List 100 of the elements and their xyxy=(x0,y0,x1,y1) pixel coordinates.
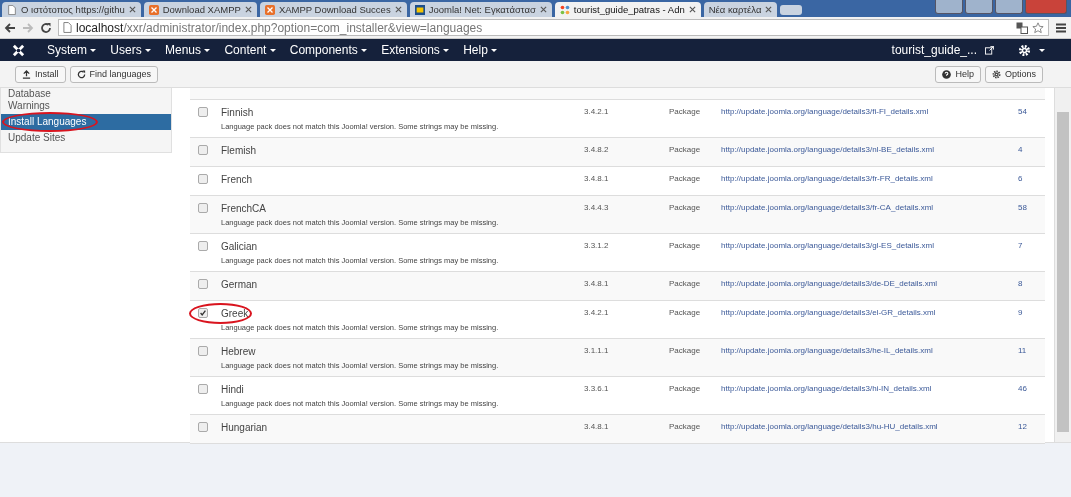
minimize-button[interactable] xyxy=(965,0,993,14)
browser-tab[interactable]: tourist_guide_patras - Adn xyxy=(554,2,701,17)
menu-item[interactable]: System xyxy=(41,43,103,57)
url-cell-text: http://update.joomla.org/language/details3/fr-FR_details.xml xyxy=(721,174,934,185)
language-name: Hebrew xyxy=(221,346,257,357)
options-button[interactable]: Options xyxy=(984,65,1043,83)
install-button[interactable]: Install xyxy=(15,65,66,83)
close-icon[interactable] xyxy=(539,6,547,13)
menu-item[interactable]: Components xyxy=(283,43,374,57)
type-cell-text: Package xyxy=(669,422,702,433)
url-cell-text: http://update.joomla.org/language/details3/gl-ES_details.xml xyxy=(721,241,936,252)
tab-title: tourist_guide_patras - Adn xyxy=(573,4,685,15)
tab-title: Joomla! Net: Εγκατάστασ xyxy=(428,4,536,15)
help-button[interactable]: Help xyxy=(935,65,981,83)
type-cell-text: Package xyxy=(669,279,702,290)
version-cell-text: 3.3.1.2 xyxy=(584,241,610,252)
tab-title: XAMPP Download Succes xyxy=(278,4,391,15)
id-cell-text: 9 xyxy=(1018,308,1024,319)
close-icon[interactable] xyxy=(244,6,252,13)
url-cell-text: http://update.joomla.org/language/details3/nl-BE_details.xml xyxy=(721,145,936,156)
scrollbar-thumb[interactable] xyxy=(1057,112,1069,432)
row-checkbox[interactable] xyxy=(198,203,208,213)
sidebar-item[interactable]: Install Languages xyxy=(1,114,171,130)
translate-icon[interactable] xyxy=(1016,21,1028,34)
row-checkbox[interactable] xyxy=(198,346,208,356)
type-cell-text: Package xyxy=(669,384,702,395)
menu-item[interactable]: Content xyxy=(218,43,282,57)
url-cell-text: http://update.joomla.org/language/details3/hi-IN_details.xml xyxy=(721,384,933,395)
address-bar[interactable]: localhost/xxr/administrator/index.php?option=com_installer&view=languages xyxy=(58,19,1049,36)
xampp-logo-icon xyxy=(148,4,159,15)
url-cell-text: http://update.joomla.org/language/details3/fr-CA_details.xml xyxy=(721,203,935,214)
sidebar-item[interactable]: Update Sites xyxy=(1,130,171,146)
version-cell-text: 3.4.8.1 xyxy=(584,174,610,185)
back-icon[interactable] xyxy=(4,21,16,34)
menu-item[interactable]: Extensions xyxy=(375,43,456,57)
row-checkbox[interactable] xyxy=(198,279,208,289)
external-link-icon xyxy=(985,45,994,55)
language-name: FrenchCA xyxy=(221,203,267,214)
maximize-button[interactable] xyxy=(995,0,1023,14)
reload-icon[interactable] xyxy=(40,21,52,34)
id-cell-text: 12 xyxy=(1018,422,1028,433)
type-cell-text: Package xyxy=(669,241,702,252)
row-checkbox[interactable] xyxy=(198,145,208,155)
row-checkbox[interactable] xyxy=(198,384,208,394)
language-name: Finnish xyxy=(221,107,255,118)
id-cell-text: 6 xyxy=(1018,174,1024,185)
menu-item[interactable]: Menus xyxy=(159,43,217,57)
version-cell-text: 3.4.8.1 xyxy=(584,279,610,290)
upload-icon xyxy=(22,69,31,79)
id-cell-text: 8 xyxy=(1018,279,1024,290)
language-name: French xyxy=(221,174,254,185)
site-link[interactable]: tourist_guide_... xyxy=(885,43,983,57)
row-checkbox[interactable] xyxy=(198,174,208,184)
id-cell-text: 54 xyxy=(1018,107,1028,118)
menu-icon[interactable] xyxy=(1055,21,1067,34)
caret-icon[interactable] xyxy=(1039,48,1045,52)
url-cell-text: http://update.joomla.org/language/details3/el-GR_details.xml xyxy=(721,308,937,319)
url-text: localhost/xxr/administrator/index.php?option=com_installer&view=languages xyxy=(76,20,483,35)
url-cell-text: http://update.joomla.org/language/details3/he-IL_details.xml xyxy=(721,346,934,357)
language-name: Galician xyxy=(221,241,259,252)
browser-tab[interactable]: Ο ιστότοπος https://githu xyxy=(2,2,141,17)
language-name: Greek xyxy=(221,308,250,319)
find-languages-button[interactable]: Find languages xyxy=(69,65,159,83)
new-tab-button[interactable] xyxy=(780,5,803,15)
row-checkbox[interactable] xyxy=(198,107,208,117)
joomla-logo-icon[interactable] xyxy=(12,43,25,57)
url-cell-text: http://update.joomla.org/language/details3/fi-FI_details.xml xyxy=(721,107,930,118)
id-cell-text: 7 xyxy=(1018,241,1024,252)
menu-item[interactable]: Help xyxy=(457,43,504,57)
star-icon[interactable] xyxy=(1032,21,1044,34)
scrollbar[interactable] xyxy=(1054,88,1071,442)
sidebar-item[interactable]: Warnings xyxy=(1,98,171,114)
type-cell-text: Package xyxy=(669,174,702,185)
page-icon xyxy=(63,22,72,33)
version-cell-text: 3.1.1.1 xyxy=(584,346,610,357)
version-cell-text: 3.4.8.2 xyxy=(584,145,610,156)
settings-icon xyxy=(991,69,1001,79)
refresh-icon xyxy=(76,69,86,79)
language-name: German xyxy=(221,279,259,290)
version-cell-text: 3.4.2.1 xyxy=(584,107,610,118)
close-icon[interactable] xyxy=(688,6,696,13)
row-checkbox[interactable] xyxy=(198,241,208,251)
version-cell-text: 3.4.8.1 xyxy=(584,422,610,433)
browser-tab[interactable]: Νέα καρτέλα xyxy=(703,2,778,17)
tab-title: Νέα καρτέλα xyxy=(708,4,762,15)
settings-icon[interactable] xyxy=(1018,43,1031,57)
id-cell-text: 4 xyxy=(1018,145,1024,156)
close-icon[interactable] xyxy=(765,6,773,13)
browser-tab[interactable]: Joomla! Net: Εγκατάστασ xyxy=(409,2,552,17)
language-name: Flemish xyxy=(221,145,257,156)
row-checkbox[interactable] xyxy=(198,308,208,318)
browser-tab[interactable]: Download XAMPP xyxy=(143,2,257,17)
row-checkbox[interactable] xyxy=(198,422,208,432)
browser-tab[interactable]: XAMPP Download Succes xyxy=(259,2,407,17)
type-cell-text: Package xyxy=(669,107,702,118)
sidebar-item[interactable]: Database xyxy=(1,89,171,98)
close-icon[interactable] xyxy=(128,6,136,13)
menu-item[interactable]: Users xyxy=(104,43,157,57)
language-name: Hindi xyxy=(221,384,245,395)
close-icon[interactable] xyxy=(394,6,402,13)
